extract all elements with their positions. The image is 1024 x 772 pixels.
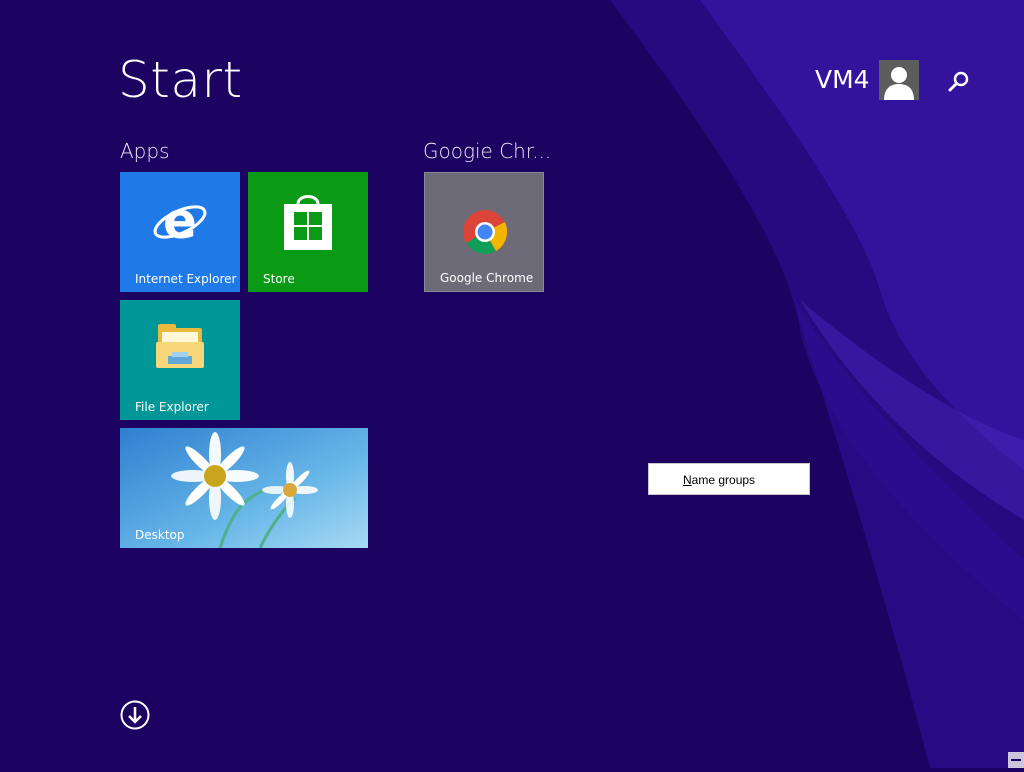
store-icon (284, 195, 332, 250)
tile-label-internet-explorer: Internet Explorer (135, 272, 237, 286)
context-menu: Name groups (648, 463, 810, 495)
search-icon[interactable] (942, 66, 974, 98)
tile-file-explorer[interactable]: File Explorer (120, 300, 240, 420)
group-title-apps[interactable]: Apps (120, 138, 170, 164)
tile-label-google-chrome: Google Chrome (440, 271, 534, 285)
group-title-chrome[interactable]: Googie Chr... (423, 138, 551, 164)
tile-google-chrome[interactable]: Google Chrome (424, 172, 544, 292)
tile-internet-explorer[interactable]: e Internet Explorer (120, 172, 240, 292)
internet-explorer-icon: e (153, 192, 207, 250)
tile-label-store: Store (263, 272, 295, 286)
tile-label-file-explorer: File Explorer (135, 400, 209, 414)
user-name[interactable]: VM4 (815, 64, 870, 96)
file-explorer-icon (156, 324, 204, 368)
semantic-zoom-button[interactable] (1008, 752, 1024, 768)
tile-store[interactable]: Store (248, 172, 368, 292)
user-avatar-icon[interactable] (879, 60, 919, 100)
tile-label-desktop: Desktop (135, 528, 185, 542)
google-chrome-icon (463, 210, 508, 254)
menu-item-label: ame groups (691, 473, 756, 487)
down-arrow-circle-icon[interactable] (120, 700, 150, 730)
svg-text:e: e (163, 192, 197, 250)
start-title: Start (118, 51, 243, 109)
menu-item-access-key: N (683, 473, 692, 487)
tile-desktop[interactable]: Desktop (120, 428, 368, 548)
menu-item-name-groups[interactable]: Name groups (683, 473, 755, 487)
